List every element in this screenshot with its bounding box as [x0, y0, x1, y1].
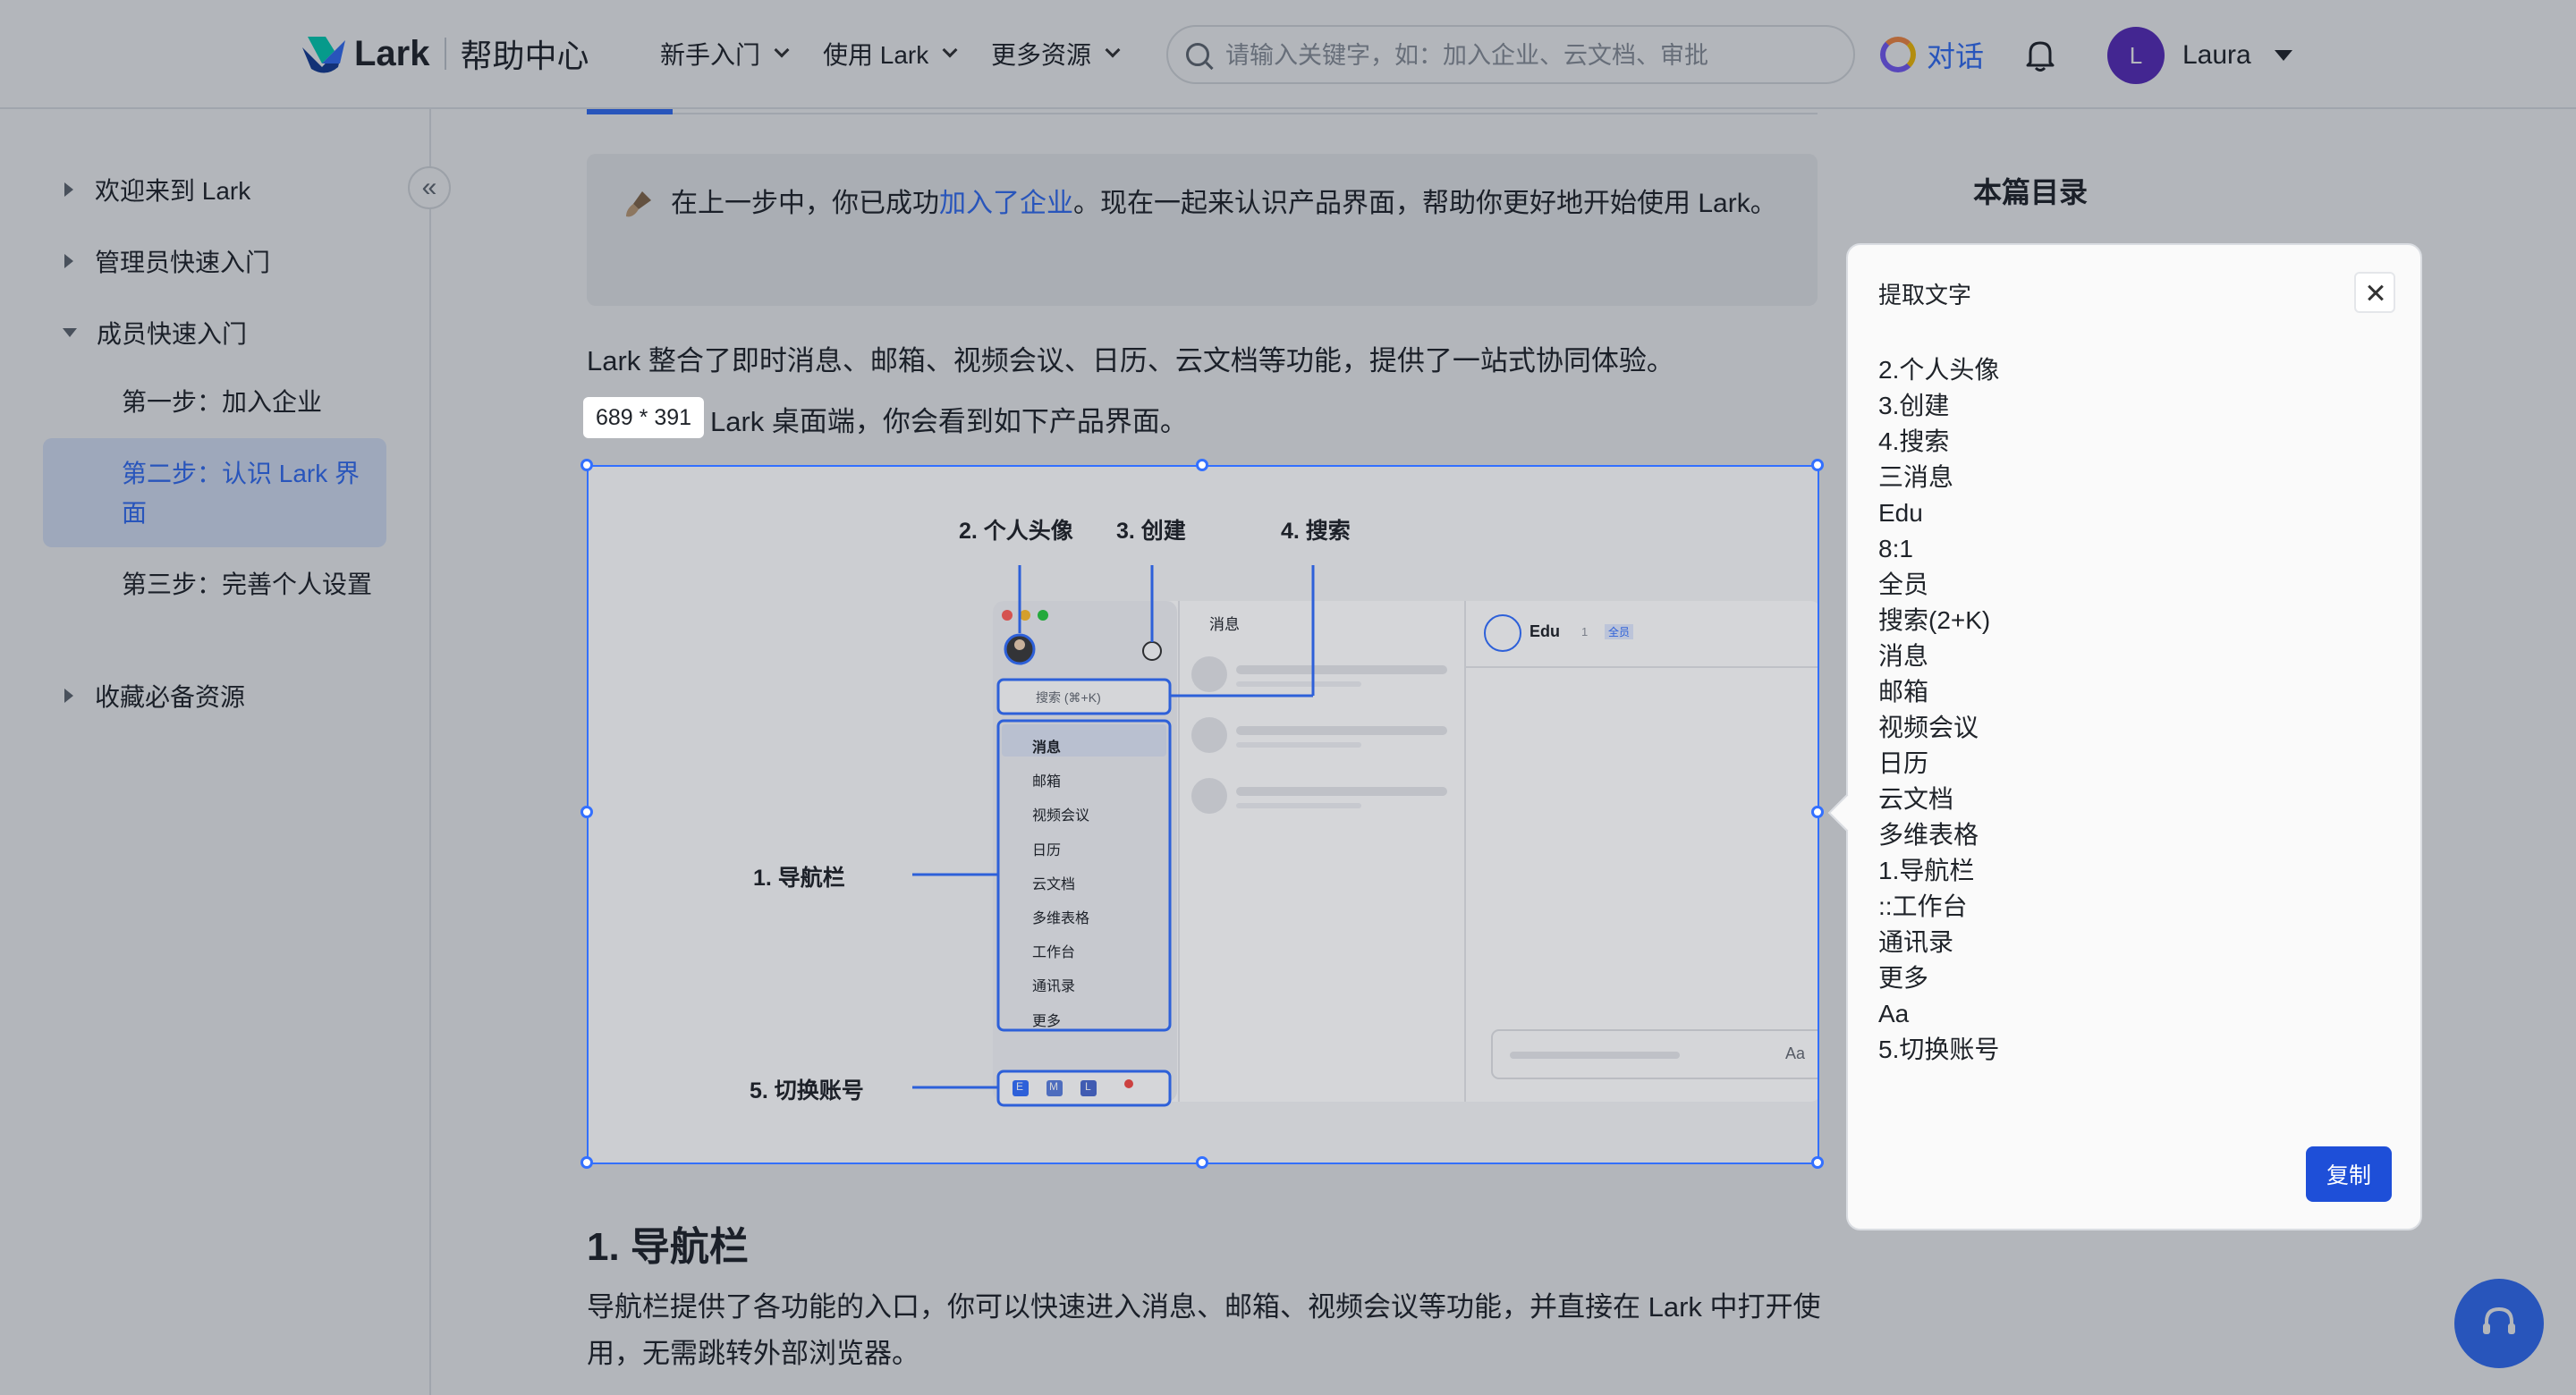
extracted-line: 云文档: [1878, 785, 1954, 813]
resize-handle-bottom-left[interactable]: [580, 1156, 593, 1169]
close-icon[interactable]: [2354, 272, 2395, 313]
extracted-line: 全员: [1878, 571, 1929, 598]
copy-button[interactable]: 复制: [2306, 1146, 2392, 1202]
extracted-line: 1.导航栏: [1878, 857, 1975, 884]
extracted-line: 3.创建: [1878, 392, 1950, 419]
resize-handle-right[interactable]: [1811, 806, 1824, 818]
extracted-text-list[interactable]: 2.个人头像 3.创建 4.搜索 三消息 Edu 8:1 全员 搜索(2+K) …: [1878, 352, 2379, 1068]
extracted-line: 搜索(2+K): [1878, 606, 1991, 634]
resize-handle-top-right[interactable]: [1811, 459, 1824, 471]
resize-handle-bottom[interactable]: [1196, 1156, 1208, 1169]
extracted-line: 4.搜索: [1878, 427, 1950, 455]
panel-title: 提取文字: [1878, 282, 1972, 309]
resize-handle-top[interactable]: [1196, 459, 1208, 471]
resize-handle-left[interactable]: [580, 806, 593, 818]
extracted-line: Edu: [1878, 499, 1923, 527]
resize-handle-top-left[interactable]: [580, 459, 593, 471]
extracted-line: 日历: [1878, 749, 1929, 777]
extracted-line: 8:1: [1878, 535, 1913, 562]
extracted-line: 视频会议: [1878, 714, 1979, 741]
extracted-line: Aa: [1878, 1000, 1910, 1027]
extracted-line: 2.个人头像: [1878, 356, 2000, 384]
extracted-line: ::工作台: [1878, 892, 1968, 920]
selection-size-tag: 689 * 391: [583, 397, 705, 438]
extracted-line: 多维表格: [1878, 821, 1979, 849]
extracted-line: 邮箱: [1878, 678, 1929, 706]
extracted-line: 更多: [1878, 964, 1929, 992]
extracted-line: 5.切换账号: [1878, 1036, 2000, 1063]
extracted-line: 通讯录: [1878, 928, 1954, 956]
extract-text-panel: 提取文字 2.个人头像 3.创建 4.搜索 三消息 Edu 8:1 全员 搜索(…: [1846, 243, 2422, 1230]
figure-overlay: [589, 467, 1818, 1162]
product-interface-figure[interactable]: 2. 个人头像 3. 创建 4. 搜索 1. 导航栏 5. 切换账号 搜索 (⌘…: [587, 465, 1819, 1164]
resize-handle-bottom-right[interactable]: [1811, 1156, 1824, 1169]
extracted-line: 三消息: [1878, 463, 1954, 491]
extracted-line: 消息: [1878, 642, 1929, 670]
